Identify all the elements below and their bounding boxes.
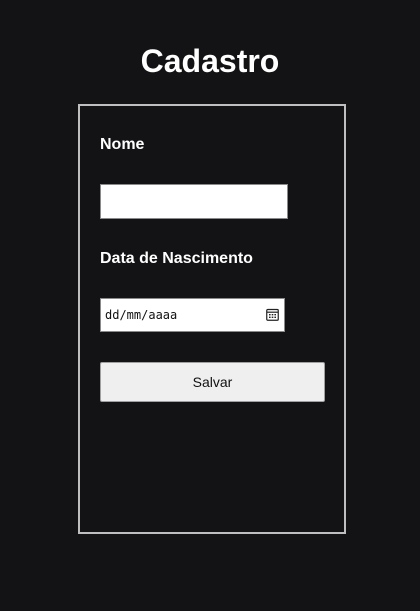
page-title: Cadastro (140, 43, 280, 79)
birthdate-label: Data de Nascimento (100, 250, 253, 267)
save-button[interactable]: Salvar (100, 362, 325, 402)
birthdate-input[interactable]: dd/mm/aaaa (100, 298, 285, 332)
calendar-icon[interactable] (266, 308, 279, 321)
name-input[interactable] (100, 184, 288, 219)
name-label: Nome (100, 136, 145, 153)
birthdate-placeholder: dd/mm/aaaa (105, 308, 178, 322)
registration-form: Nome Data de Nascimento dd/mm/aaaa Salva… (78, 104, 346, 534)
